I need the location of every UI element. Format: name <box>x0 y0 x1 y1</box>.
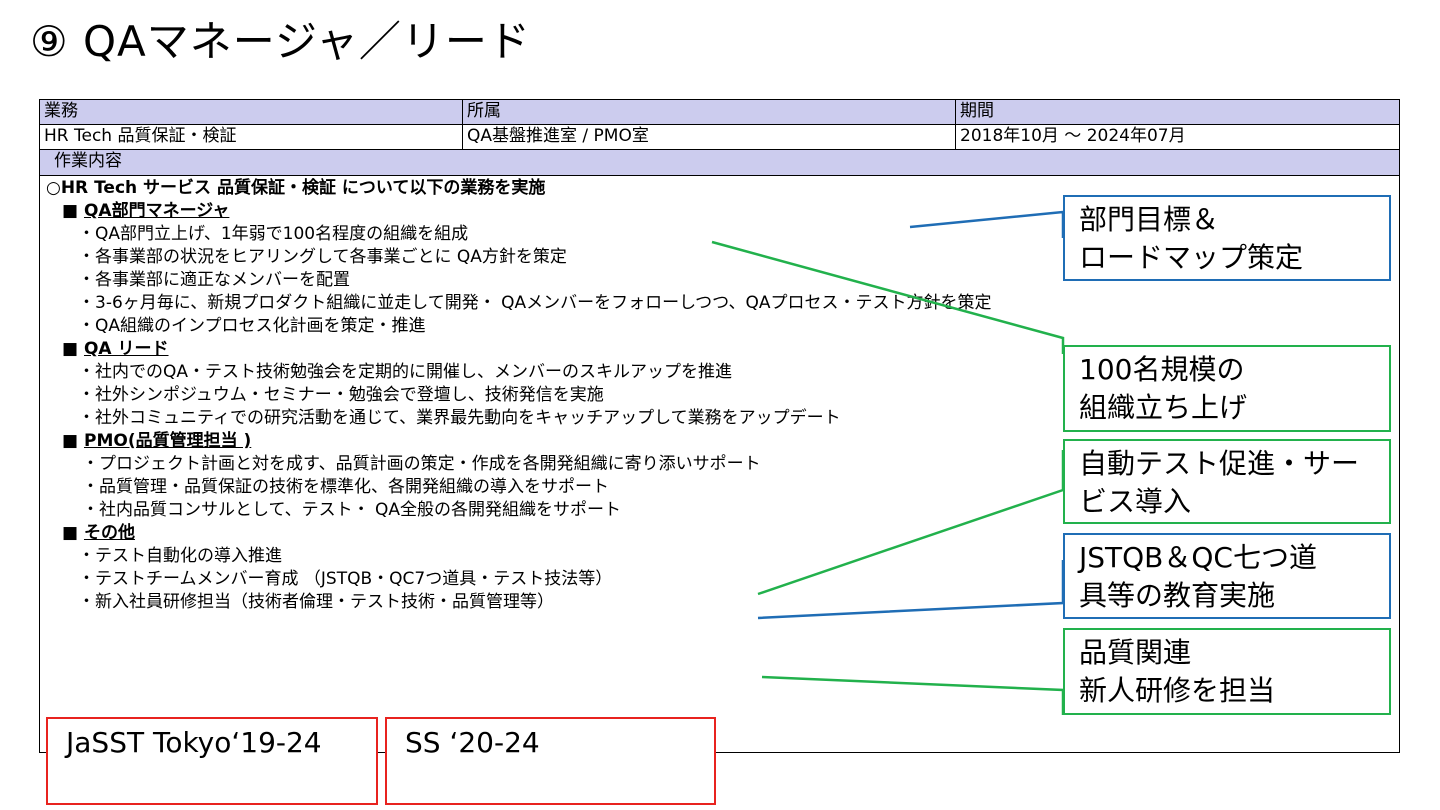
callout-new-hire-training: 品質関連 新人研修を担当 <box>1063 628 1391 715</box>
callout-new-hire-training-line2: 新人研修を担当 <box>1079 674 1276 707</box>
list-item: ・社外コミュニティでの研究活動を通じて、業界最先動向をキャッチアップして業務をア… <box>78 408 841 428</box>
table-value-row: HR Tech 品質保証・検証 QA基盤推進室 / PMO室 2018年10月 … <box>40 125 1399 150</box>
callout-roadmap: 部門目標＆ ロードマップ策定 <box>1063 195 1391 281</box>
callout-org-launch-line2: 組織立ち上げ <box>1079 391 1248 424</box>
header-business: 業務 <box>40 100 463 124</box>
callout-org-launch: 100名規模の 組織立ち上げ <box>1063 345 1391 432</box>
callout-education: JSTQB＆QC七つ道 具等の教育実施 <box>1063 533 1391 619</box>
list-item: ・新入社員研修担当（技術者倫理・テスト技術・品質管理等） <box>78 592 554 612</box>
callout-roadmap-line2: ロードマップ策定 <box>1079 241 1304 274</box>
value-business: HR Tech 品質保証・検証 <box>40 125 463 149</box>
section-header-row: 作業内容 <box>40 150 1399 176</box>
section-heading-pmo: ■ PMO(品質管理担当 ) <box>62 431 252 451</box>
list-item: ・プロジェクト計画と対を成す、品質計画の策定・作成を各開発組織に寄り添いサポート <box>82 454 761 474</box>
value-period: 2018年10月 ～ 2024年07月 <box>960 126 1186 146</box>
section-heading-other: ■ その他 <box>62 523 135 543</box>
callout-test-automation-line2: ビス導入 <box>1079 485 1192 518</box>
list-item: ・社外シンポジュウム・セミナー・勉強会で登壇し、技術発信を実施 <box>78 385 604 405</box>
list-item: ・品質管理・品質保証の技術を標準化、各開発組織の導入をサポート <box>82 477 609 497</box>
list-item: ・テスト自動化の導入推進 <box>78 546 282 566</box>
section-heading-qa-lead: ■ QA リード <box>62 339 169 359</box>
list-item: ・3-6ヶ月毎に、新規プロダクト組織に並走して開発・ QAメンバーをフォローしつ… <box>78 293 992 313</box>
list-item: ・QA組織のインプロセス化計画を策定・推進 <box>78 316 426 336</box>
event-box-ss: SS ‘20-24 <box>385 717 716 805</box>
list-item: ・各事業部に適正なメンバーを配置 <box>78 270 350 290</box>
callout-test-automation-line1: 自動テスト促進・サー <box>1079 447 1360 480</box>
list-item: ・各事業部の状況をヒアリングして各事業ごとに QA方針を策定 <box>78 247 567 267</box>
callout-org-launch-line1: 100名規模の <box>1079 353 1245 386</box>
value-affiliation: QA基盤推進室 / PMO室 <box>463 125 956 149</box>
callout-education-line2: 具等の教育実施 <box>1079 579 1276 612</box>
table-header-row: 業務 所属 期間 <box>40 100 1399 125</box>
callout-test-automation: 自動テスト促進・サー ビス導入 <box>1063 439 1391 524</box>
callout-education-line1: JSTQB＆QC七つ道 <box>1079 541 1317 574</box>
list-item: ・社内品質コンサルとして、テスト・ QA全般の各開発組織をサポート <box>82 500 622 520</box>
callout-new-hire-training-line1: 品質関連 <box>1079 636 1192 669</box>
list-item: ・社内でのQA・テスト技術勉強会を定期的に開催し、メンバーのスキルアップを推進 <box>78 362 733 382</box>
header-affiliation: 所属 <box>463 100 956 124</box>
lead-line: ○HR Tech サービス 品質保証・検証 について以下の業務を実施 <box>46 178 546 198</box>
list-item: ・テストチームメンバー育成 （JSTQB・QC7つ道具・テスト技法等） <box>78 569 613 589</box>
callout-roadmap-line1: 部門目標＆ <box>1079 203 1220 236</box>
section-header-work: 作業内容 <box>54 151 122 171</box>
event-box-jasst: JaSST Tokyo‘19-24 <box>46 717 378 805</box>
section-heading-qa-manager: ■ QA部門マネージャ <box>62 201 230 221</box>
page-title: ⑨ QAマネージャ／リード <box>30 17 531 66</box>
header-period: 期間 <box>960 101 994 121</box>
list-item: ・QA部門立上げ、1年弱で100名程度の組織を組成 <box>78 224 469 244</box>
